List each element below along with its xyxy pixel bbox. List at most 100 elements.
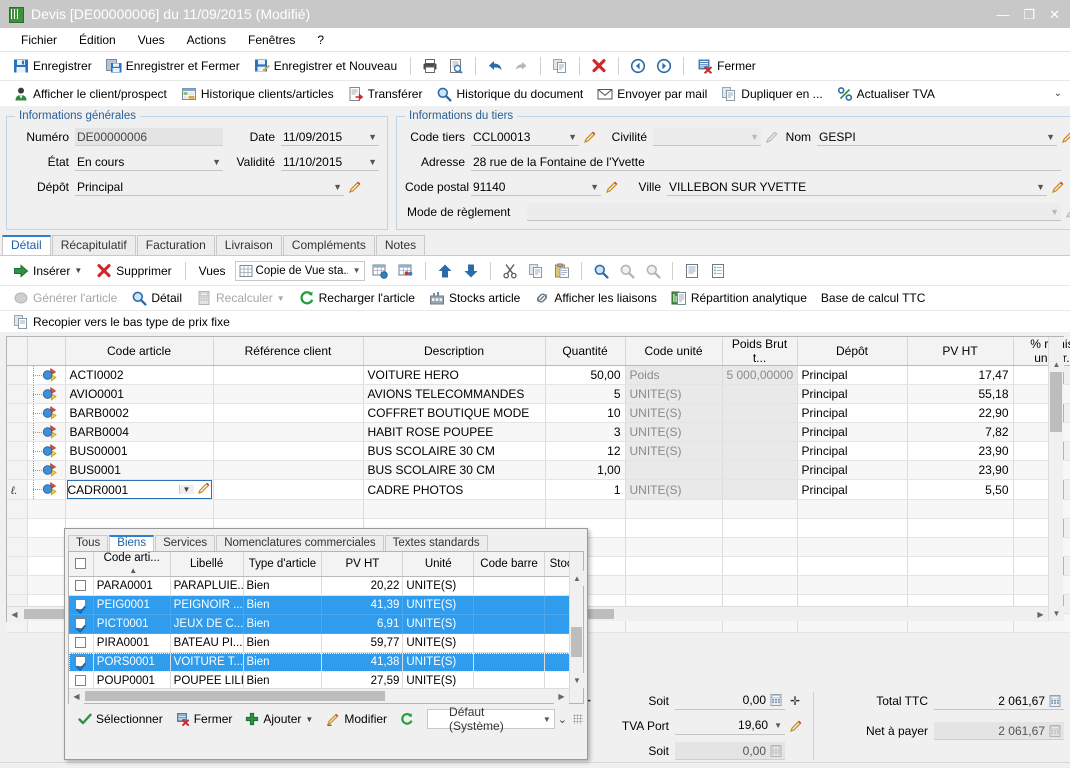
cell-code-article[interactable]: BARB0004: [65, 422, 214, 442]
popup-tab-tous[interactable]: Tous: [68, 535, 109, 551]
cell-code-unite[interactable]: UNITE(S): [625, 479, 723, 500]
popup-refresh-button[interactable]: [395, 710, 419, 728]
cell-empty[interactable]: [625, 575, 723, 595]
cell-code-article[interactable]: PEIG0001: [93, 595, 171, 615]
tab-recapitulatif[interactable]: Récapitulatif: [51, 235, 136, 255]
cell-depot[interactable]: Principal: [797, 479, 908, 500]
list-item[interactable]: PORS0001 VOITURE T... Bien 41,38 UNITE(S): [69, 652, 583, 672]
cell-depot[interactable]: Principal: [797, 384, 908, 404]
col-quantite[interactable]: Quantité: [545, 337, 626, 366]
cell-code-unite[interactable]: [625, 460, 723, 480]
cell-reference-client[interactable]: [213, 384, 364, 404]
cell-code-unite[interactable]: UNITE(S): [625, 403, 723, 423]
show-client-button[interactable]: Afficher le client/prospect: [8, 84, 172, 104]
close-document-button[interactable]: Fermer: [692, 56, 761, 76]
list-item[interactable]: PIRA0001 BATEAU PI... Bien 59,77 UNITE(S): [69, 633, 583, 653]
scroll-up-button[interactable]: ▲: [1049, 357, 1064, 372]
minimize-button[interactable]: —: [996, 8, 1009, 21]
depot-field[interactable]: Principal ▼: [75, 178, 344, 196]
popup-view-combo[interactable]: Défaut (Système) ▼: [427, 705, 555, 733]
nom-field[interactable]: GESPI ▼: [817, 128, 1057, 146]
cell-code-unite[interactable]: Poids: [625, 365, 723, 385]
edit-pen-icon[interactable]: [1051, 180, 1065, 194]
copy-button[interactable]: [525, 261, 547, 281]
row-indicator[interactable]: [7, 403, 28, 423]
tva-port-value[interactable]: 19,60 ▼: [675, 717, 785, 735]
row-checkbox[interactable]: [75, 675, 87, 687]
civilite-field[interactable]: ▼: [653, 128, 761, 146]
cell-poids-brut[interactable]: [722, 479, 798, 500]
col-description[interactable]: Description: [363, 337, 546, 366]
save-and-close-button[interactable]: Enregistrer et Fermer: [101, 56, 245, 76]
cell-pv-ht[interactable]: 20,22: [321, 576, 404, 596]
grid-settings-button[interactable]: [369, 261, 391, 281]
row-indicator[interactable]: [7, 537, 28, 557]
insert-line-button[interactable]: Insérer ▼: [8, 261, 87, 281]
duplicate-button[interactable]: Dupliquer en ...: [716, 84, 827, 104]
transfer-button[interactable]: Transférer: [343, 84, 428, 104]
popup-tab-nomenclatures[interactable]: Nomenclatures commerciales: [216, 535, 384, 551]
row-indicator[interactable]: [7, 460, 28, 480]
chevron-down-icon[interactable]: ▼: [1031, 182, 1045, 192]
cell-libelle[interactable]: PARAPLUIE...: [170, 576, 244, 596]
cell-empty[interactable]: [625, 518, 723, 538]
cell-description[interactable]: CADRE PHOTOS: [363, 479, 546, 500]
popup-col-code[interactable]: Code arti... ▲: [93, 552, 171, 577]
document-view-button[interactable]: [681, 261, 703, 281]
cell-reference-client[interactable]: [213, 441, 364, 461]
row-indicator[interactable]: [7, 384, 28, 404]
list-item[interactable]: PEIG0001 PEIGNOIR ... Bien 41,39 UNITE(S): [69, 595, 583, 615]
validite-field[interactable]: 11/10/2015 ▼: [281, 153, 379, 171]
cell-type-article[interactable]: Bien: [243, 652, 323, 672]
cell-poids-brut[interactable]: [722, 460, 798, 480]
stock-article-button[interactable]: Stocks article: [424, 288, 525, 308]
send-mail-button[interactable]: Envoyer par mail: [592, 84, 712, 104]
zoom-button[interactable]: [590, 261, 612, 281]
row-checkbox[interactable]: [75, 637, 87, 649]
chevron-down-icon[interactable]: ▼: [74, 266, 82, 275]
cell-reference-client[interactable]: [213, 365, 364, 385]
chevron-down-icon[interactable]: ▼: [348, 266, 361, 275]
cell-pv-ht[interactable]: 23,90: [907, 460, 1014, 480]
select-all-checkbox[interactable]: [75, 558, 87, 570]
row-indicator[interactable]: [7, 365, 28, 385]
popup-vertical-scrollbar[interactable]: ▲ ▼: [569, 552, 584, 703]
mode-reglement-field[interactable]: ▼: [527, 203, 1061, 221]
reload-article-button[interactable]: Recharger l'article: [294, 288, 420, 308]
cell-unite[interactable]: UNITE(S): [402, 652, 475, 672]
col-depot[interactable]: Dépôt: [797, 337, 908, 366]
cell-poids-brut[interactable]: [722, 403, 798, 423]
cell-empty[interactable]: [797, 575, 908, 595]
save-button[interactable]: Enregistrer: [8, 56, 97, 76]
print-button[interactable]: [419, 56, 441, 76]
cell-empty[interactable]: [213, 499, 364, 519]
row-checkbox[interactable]: [75, 580, 87, 592]
grid-users-button[interactable]: [395, 261, 417, 281]
row-indicator[interactable]: [7, 422, 28, 442]
chevron-down-icon[interactable]: ▼: [363, 132, 377, 142]
cell-code-article[interactable]: BUS0001: [65, 460, 214, 480]
tab-detail[interactable]: Détail: [2, 235, 51, 255]
popup-hscroll-thumb[interactable]: [85, 691, 385, 701]
edit-pen-icon[interactable]: [348, 180, 362, 194]
col-poids-brut[interactable]: Poids Brut t...: [722, 337, 798, 366]
popup-close-button[interactable]: Fermer: [171, 710, 238, 728]
cell-reference-client[interactable]: [213, 479, 364, 500]
popup-col-libelle[interactable]: Libellé: [170, 552, 244, 577]
cell-pv-ht[interactable]: 55,18: [907, 384, 1014, 404]
chevron-down-icon[interactable]: ▼: [363, 157, 377, 167]
cell-libelle[interactable]: PEIGNOIR ...: [170, 595, 244, 615]
chevron-down-icon[interactable]: ▼: [328, 182, 342, 192]
cell-depot[interactable]: Principal: [797, 441, 908, 461]
popup-col-codebarre[interactable]: Code barre: [473, 552, 545, 577]
cell-empty[interactable]: [625, 537, 723, 557]
cell-code-article[interactable]: PIRA0001: [93, 633, 171, 653]
cell-empty[interactable]: [797, 499, 908, 519]
cell-pv-ht[interactable]: 6,91: [321, 614, 404, 634]
calculator-icon[interactable]: [770, 694, 782, 707]
chevron-down-icon[interactable]: ▼: [585, 182, 599, 192]
tab-facturation[interactable]: Facturation: [136, 235, 215, 255]
document-history-button[interactable]: Historique du document: [431, 84, 588, 104]
cell-description[interactable]: COFFRET BOUTIQUE MODE: [363, 403, 546, 423]
popup-scroll-thumb[interactable]: [571, 627, 582, 657]
